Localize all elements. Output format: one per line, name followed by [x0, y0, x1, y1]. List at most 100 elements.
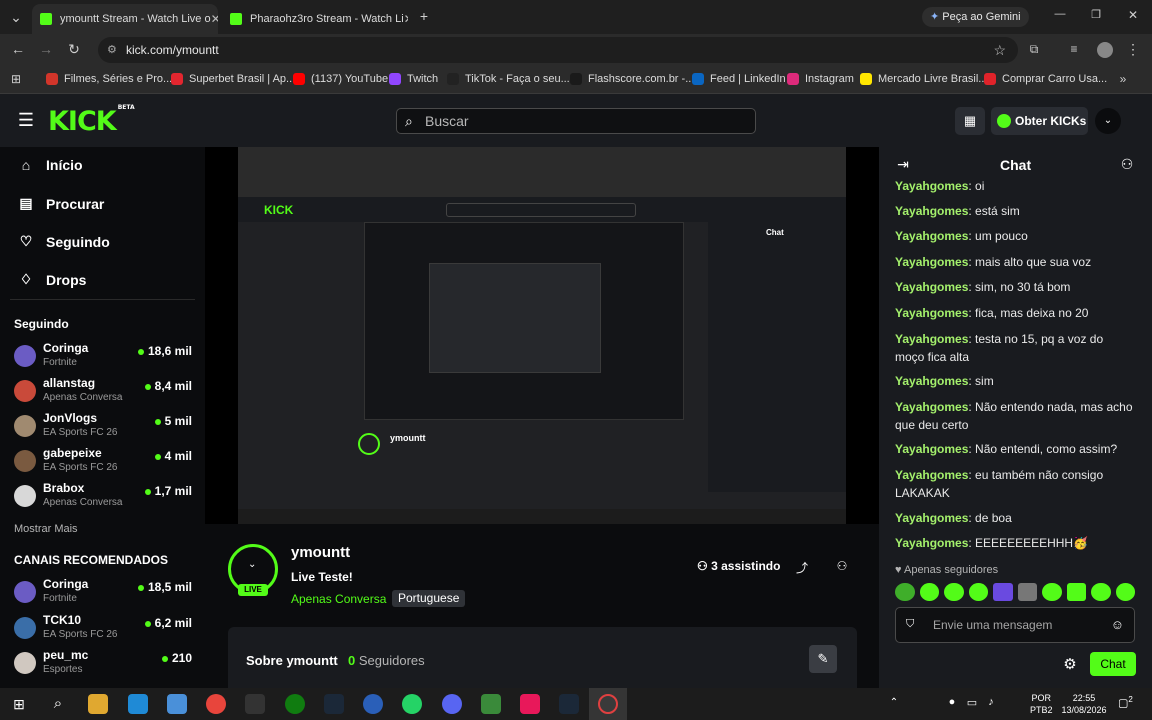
close-tab-icon[interactable]: ✕	[211, 12, 218, 26]
bookmark-comprar-carro[interactable]: Comprar Carro Usa...	[984, 73, 1107, 85]
forward-icon[interactable]: →	[38, 41, 54, 57]
following-header: Seguindo	[14, 317, 69, 331]
emote-icon[interactable]	[1115, 583, 1135, 601]
bookmark-filmes[interactable]: Filmes, Séries e Pro...	[46, 73, 172, 85]
emote-icon[interactable]	[1042, 583, 1062, 601]
follow-user-icon[interactable]: ⚇	[835, 559, 849, 573]
reload-icon[interactable]: ↻	[66, 41, 82, 58]
tab-search-icon[interactable]: ⌄	[8, 9, 24, 26]
xbox-icon[interactable]	[285, 694, 305, 714]
gemini-button[interactable]: ✦ Peça ao Gemini	[922, 7, 1029, 27]
bookmark-flashscore[interactable]: Flashscore.com.br -...	[570, 73, 694, 85]
nav-seguindo[interactable]: ♡ Seguindo	[18, 233, 110, 250]
bookmark-instagram[interactable]: Instagram	[787, 73, 854, 85]
address-bar[interactable]: ⚙ kick.com/ymountt ☆	[98, 37, 1018, 63]
show-more-link[interactable]: Mostrar Mais	[14, 523, 78, 535]
following-channel[interactable]: allanstag Apenas Conversa 8,4 mil	[14, 376, 192, 408]
tiktok-icon[interactable]	[520, 694, 540, 714]
nav-inicio[interactable]: ⌂ Início	[18, 157, 83, 173]
emote-icon[interactable]	[944, 583, 964, 601]
recommended-channel[interactable]: Coringa Fortnite 18,5 mil	[14, 577, 192, 609]
recommended-channel[interactable]: peu_mc Esportes 210	[14, 648, 192, 680]
following-channel[interactable]: gabepeixe EA Sports FC 26 4 mil	[14, 446, 192, 478]
share-icon[interactable]: ⤴	[795, 559, 809, 576]
tab-ymountt[interactable]: ymountt Stream - Watch Live o ✕	[32, 4, 218, 34]
nav-procurar[interactable]: ▤ Procurar	[18, 195, 104, 212]
site-info-icon[interactable]: ⚙	[107, 37, 117, 63]
bookmark-superbet[interactable]: Superbet Brasil | Ap...	[171, 73, 295, 85]
close-window-button[interactable]: ✕	[1125, 8, 1141, 22]
bookmark-mercado-livre[interactable]: Mercado Livre Brasil...	[860, 73, 987, 85]
video-player[interactable]: KICK Chat ymountt	[205, 147, 879, 524]
hamburger-menu-icon[interactable]: ☰	[16, 110, 36, 131]
obs-taskbar-active[interactable]	[589, 688, 627, 720]
close-tab-icon[interactable]: ✕	[404, 12, 408, 26]
chat-settings-gear-icon[interactable]: ⚙	[1062, 655, 1078, 673]
get-kicks-button[interactable]: Obter KICKs	[991, 107, 1088, 135]
nav-drops[interactable]: ♢ Drops	[18, 271, 87, 288]
new-tab-button[interactable]: +	[416, 8, 432, 24]
menu-icon[interactable]: ⋮	[1126, 41, 1140, 58]
extensions-icon[interactable]: ⧉	[1026, 42, 1042, 57]
microphone-icon[interactable]: ●	[946, 696, 958, 708]
bookmark-twitch[interactable]: Twitch	[389, 73, 438, 85]
emoji-picker-icon[interactable]: ☺	[1111, 617, 1124, 632]
collapse-chat-icon[interactable]: ⇥	[895, 156, 911, 173]
back-icon[interactable]: ←	[10, 41, 26, 57]
emote-icon[interactable]	[1066, 583, 1086, 601]
user-menu-chevron-icon[interactable]: ⌄	[1095, 108, 1121, 134]
edit-pencil-button[interactable]: ✎	[809, 645, 837, 673]
language-tag[interactable]: Portuguese	[392, 590, 466, 607]
emote-icon[interactable]	[968, 583, 988, 601]
profile-avatar[interactable]	[1097, 42, 1113, 58]
following-channel[interactable]: Brabox Apenas Conversa 1,7 mil	[14, 481, 192, 513]
tray-overflow-icon[interactable]: ⌃	[888, 697, 900, 708]
app-icon[interactable]	[481, 694, 501, 714]
channel-name[interactable]: ymountt	[291, 544, 350, 561]
bookmark-youtube[interactable]: (1137) YouTube	[293, 73, 388, 85]
whatsapp-icon[interactable]	[402, 694, 422, 714]
store-icon[interactable]	[128, 694, 148, 714]
apps-grid-icon[interactable]: ⊞	[9, 72, 23, 86]
ea-app-icon[interactable]	[363, 694, 383, 714]
epic-games-icon[interactable]	[245, 694, 265, 714]
sidebar-divider	[10, 299, 195, 300]
chat-users-icon[interactable]: ⚇	[1119, 156, 1135, 173]
send-chat-button[interactable]: Chat	[1090, 652, 1136, 676]
notifications-icon[interactable]: ▢2	[1118, 695, 1138, 713]
keyboard-layout[interactable]: POR PTB2	[1030, 692, 1053, 716]
steam-icon[interactable]	[324, 694, 344, 714]
tab-pharaohz3ro[interactable]: Pharaohz3ro Stream - Watch Li ✕	[222, 4, 408, 34]
file-explorer-icon[interactable]	[88, 694, 108, 714]
network-icon[interactable]: ▭	[966, 696, 978, 709]
search-input[interactable]: ⌕ Buscar	[396, 108, 756, 134]
windows-start-icon[interactable]: ⊞	[11, 696, 27, 713]
recommended-channel[interactable]: TCK10 EA Sports FC 26 6,2 mil	[14, 613, 192, 645]
emote-icon[interactable]	[1017, 583, 1037, 601]
emote-icon[interactable]	[993, 583, 1013, 601]
emote-icon[interactable]	[895, 583, 915, 601]
bookmark-star-icon[interactable]: ☆	[993, 37, 1006, 63]
taskbar-search-icon[interactable]: ⌕	[50, 695, 66, 712]
emote-icon[interactable]	[1091, 583, 1111, 601]
kick-logo[interactable]: KICK BETA	[48, 104, 135, 137]
chrome-icon[interactable]	[206, 694, 226, 714]
chat-input[interactable]: ⛉ Envie uma mensagem ☺	[895, 607, 1135, 643]
category-link[interactable]: Apenas Conversa	[291, 592, 386, 606]
minimize-button[interactable]: —	[1052, 8, 1068, 20]
volume-icon[interactable]: ♪	[985, 696, 997, 708]
emote-icon[interactable]	[919, 583, 939, 601]
chat-message: Yayahgomes: de boa	[895, 511, 1012, 525]
bookmark-tiktok[interactable]: TikTok - Faça o seu...	[447, 73, 570, 85]
media-icon[interactable]: ≡	[1066, 42, 1082, 56]
more-bookmarks-icon[interactable]: »	[1116, 72, 1130, 86]
discord-icon[interactable]	[442, 694, 462, 714]
steam-icon[interactable]	[559, 694, 579, 714]
app-icon[interactable]	[167, 694, 187, 714]
library-icon[interactable]: ▦	[955, 107, 985, 135]
bookmark-linkedin[interactable]: Feed | LinkedIn	[692, 73, 786, 85]
following-channel[interactable]: Coringa Fortnite 18,6 mil	[14, 341, 192, 373]
following-channel[interactable]: JonVlogs EA Sports FC 26 5 mil	[14, 411, 192, 443]
clock[interactable]: 22:55 13/08/2026	[1060, 692, 1108, 716]
restore-button[interactable]: ❐	[1088, 8, 1104, 21]
